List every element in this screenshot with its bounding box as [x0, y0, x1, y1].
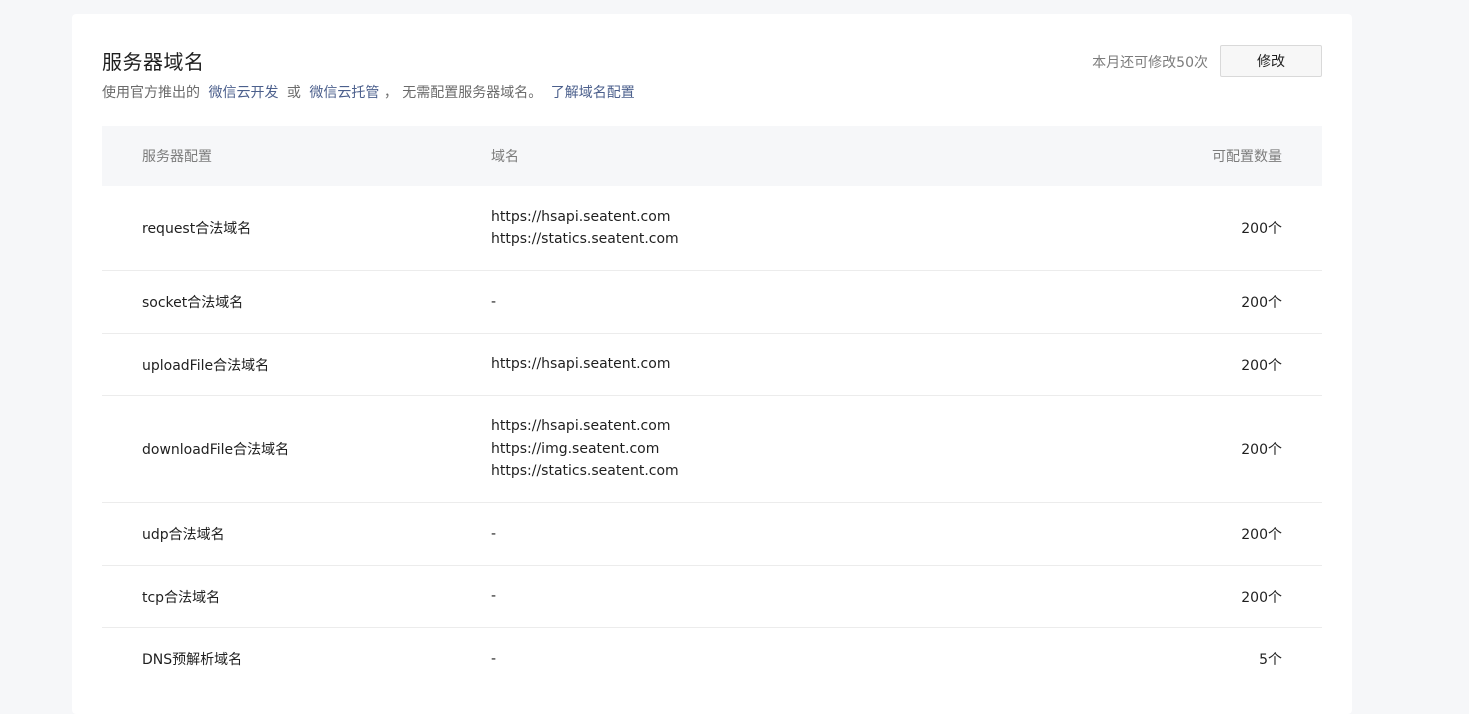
column-header-server-config: 服务器配置 — [142, 149, 212, 165]
learn-domain-config-link[interactable]: 了解域名配置 — [551, 85, 635, 101]
row-domains: - — [491, 291, 1091, 314]
domain-value: https://img.seatent.com — [491, 440, 660, 457]
row-config-name: uploadFile合法域名 — [142, 357, 270, 374]
subtitle-prefix: 使用官方推出的 — [102, 85, 200, 101]
row-config-name: DNS预解析域名 — [142, 652, 243, 668]
table-row: uploadFile合法域名 https://hsapi.seatent.com… — [102, 334, 1322, 396]
row-quota: 200个 — [1241, 589, 1282, 606]
row-quota: 200个 — [1241, 295, 1282, 311]
row-domains: https://hsapi.seatent.com https://img.se… — [491, 415, 1091, 483]
table-row: udp合法域名 - 200个 — [102, 503, 1322, 566]
server-domain-card: 服务器域名 使用官方推出的 微信云开发 或 微信云托管 ， 无需配置服务器域名。… — [72, 14, 1352, 714]
table-header: 服务器配置 域名 可配置数量 — [102, 126, 1322, 186]
row-quota: 5个 — [1259, 652, 1282, 668]
domain-value: https://hsapi.seatent.com — [491, 208, 671, 225]
row-domains: - — [491, 585, 1091, 608]
domain-value: - — [491, 588, 497, 605]
row-config-name: tcp合法域名 — [142, 589, 221, 606]
domain-value: https://hsapi.seatent.com — [491, 356, 671, 373]
domain-value: https://hsapi.seatent.com — [491, 418, 671, 435]
column-header-quota: 可配置数量 — [1212, 149, 1282, 165]
remaining-edits-text: 本月还可修改50次 — [1092, 55, 1208, 71]
domain-table: 服务器配置 域名 可配置数量 request合法域名 https://hsapi… — [102, 126, 1322, 690]
row-domains: - — [491, 523, 1091, 546]
row-config-name: request合法域名 — [142, 221, 252, 237]
row-domains: https://hsapi.seatent.com — [491, 353, 1091, 376]
row-quota: 200个 — [1241, 442, 1282, 458]
row-quota: 200个 — [1241, 221, 1282, 237]
row-config-name: downloadFile合法域名 — [142, 442, 290, 458]
edit-button[interactable]: 修改 — [1220, 45, 1322, 77]
or-text: 或 — [286, 85, 301, 101]
page-title: 服务器域名 — [102, 50, 205, 74]
row-config-name: socket合法域名 — [142, 295, 244, 311]
row-domains: - — [491, 648, 1091, 671]
row-quota: 200个 — [1241, 527, 1282, 543]
cloud-dev-link[interactable]: 微信云开发 — [208, 85, 278, 101]
table-row: socket合法域名 - 200个 — [102, 271, 1322, 334]
table-row: downloadFile合法域名 https://hsapi.seatent.c… — [102, 396, 1322, 503]
domain-value: https://statics.seatent.com — [491, 231, 679, 247]
row-config-name: udp合法域名 — [142, 527, 225, 543]
domain-value: - — [491, 650, 497, 667]
table-row: DNS预解析域名 - 5个 — [102, 628, 1322, 690]
domain-value: - — [491, 525, 497, 542]
subtitle: 使用官方推出的 微信云开发 或 微信云托管 ， 无需配置服务器域名。 了解域名配… — [102, 82, 635, 102]
row-domains: https://hsapi.seatent.com https://static… — [491, 206, 1091, 251]
cloud-hosting-link[interactable]: 微信云托管 — [309, 85, 379, 101]
table-row: tcp合法域名 - 200个 — [102, 566, 1322, 628]
row-quota: 200个 — [1241, 357, 1282, 374]
column-header-domain: 域名 — [491, 149, 519, 165]
domain-value: https://statics.seatent.com — [491, 463, 679, 480]
subtitle-suffix: ， 无需配置服务器域名。 — [383, 85, 543, 101]
domain-value: - — [491, 293, 497, 310]
table-row: request合法域名 https://hsapi.seatent.com ht… — [102, 186, 1322, 271]
